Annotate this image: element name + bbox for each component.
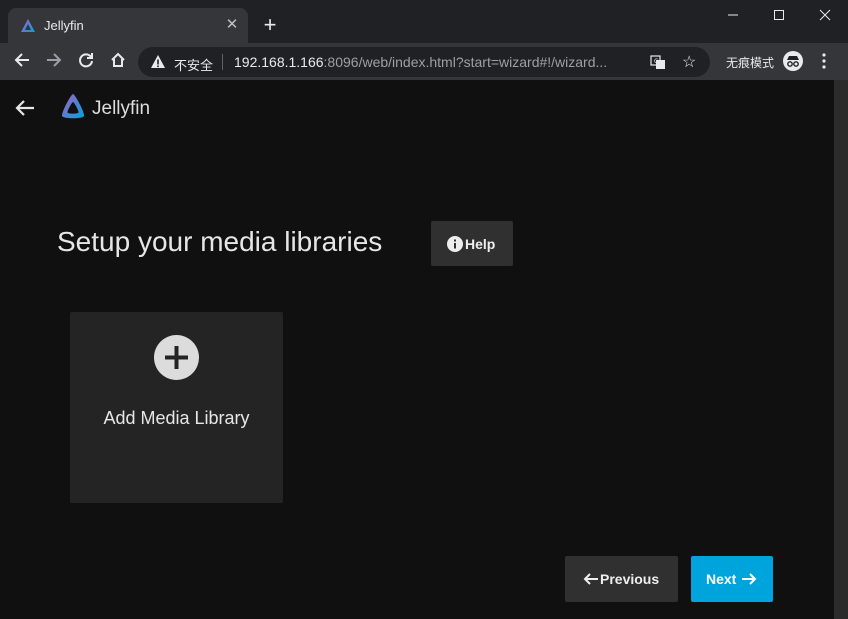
browser-tab-strip: Jellyfin ✕ + (0, 0, 848, 43)
reload-icon (79, 53, 93, 68)
warning-icon (151, 55, 165, 68)
help-button[interactable]: Help (431, 221, 513, 266)
window-close-button[interactable] (802, 4, 848, 28)
forward-arrow-icon (47, 53, 62, 67)
minimize-icon (728, 14, 738, 16)
page-title: Setup your media libraries (57, 226, 383, 257)
app-back-button[interactable] (14, 97, 36, 119)
arrow-left-icon (583, 573, 598, 585)
page-content: Jellyfin Setup your media libraries Help… (0, 80, 834, 619)
maximize-button[interactable] (756, 4, 802, 28)
more-menu-icon[interactable] (816, 51, 832, 71)
tab-title: Jellyfin (44, 18, 84, 33)
page-scrollbar[interactable] (834, 80, 848, 619)
jellyfin-favicon-icon (21, 19, 35, 32)
add-media-library-label: Add Media Library (103, 408, 250, 428)
minimize-button[interactable] (710, 4, 756, 28)
url-text[interactable]: 192.168.1.166:8096/web/index.html?start=… (234, 54, 607, 70)
incognito-label[interactable]: 无痕模式 (726, 54, 774, 71)
browser-back-button[interactable] (10, 50, 34, 74)
bookmark-star-icon[interactable]: ☆ (682, 52, 696, 72)
next-label: Next (706, 571, 737, 587)
url-path: :8096/web/index.html?start=wizard#!/wiza… (323, 54, 608, 70)
back-arrow-icon (14, 53, 29, 67)
new-tab-button[interactable]: + (258, 14, 282, 36)
tab-close-icon[interactable]: ✕ (224, 17, 240, 33)
divider (222, 54, 223, 70)
window-close-icon (819, 9, 831, 21)
translate-icon[interactable]: G (650, 54, 666, 70)
security-label[interactable]: 不安全 (174, 55, 213, 74)
address-bar[interactable]: 不安全 192.168.1.166:8096/web/index.html?st… (138, 47, 710, 77)
help-label: Help (465, 236, 496, 252)
browser-forward-button[interactable] (42, 50, 66, 74)
reload-button[interactable] (74, 50, 98, 74)
previous-label: Previous (600, 571, 660, 587)
brand-name: Jellyfin (92, 98, 151, 119)
plus-icon (154, 335, 199, 380)
previous-button[interactable]: Previous (565, 556, 678, 602)
home-icon (111, 52, 125, 67)
jellyfin-logo-icon (61, 94, 85, 119)
svg-text:G: G (654, 58, 659, 65)
maximize-icon (774, 10, 784, 20)
url-host: 192.168.1.166 (234, 54, 324, 70)
add-media-library-card[interactable]: Add Media Library (70, 312, 283, 503)
info-icon (447, 236, 463, 252)
home-button[interactable] (106, 50, 130, 74)
arrow-right-icon (742, 573, 757, 585)
next-button[interactable]: Next (691, 556, 773, 602)
incognito-icon[interactable] (783, 51, 803, 71)
browser-toolbar: 不安全 192.168.1.166:8096/web/index.html?st… (0, 43, 848, 80)
browser-tab[interactable]: Jellyfin ✕ (8, 8, 248, 43)
